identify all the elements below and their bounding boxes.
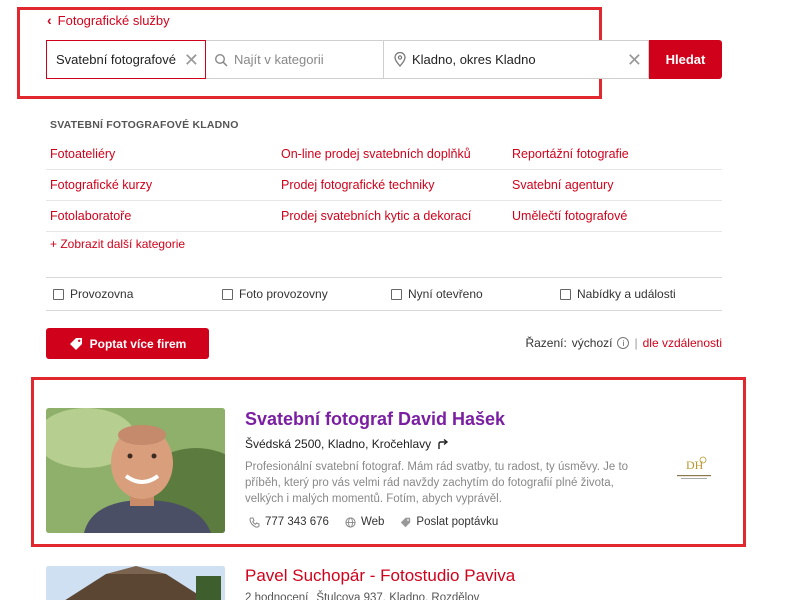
checkbox[interactable]	[222, 288, 233, 300]
keyword-field[interactable]: Najít v kategorii	[206, 40, 384, 79]
phone-action[interactable]: 777 343 676	[249, 516, 329, 528]
category-link[interactable]: On-line prodej svatebních doplňků	[277, 139, 508, 170]
result-photo[interactable]	[46, 566, 225, 600]
location-field[interactable]: Kladno, okres Kladno ✕	[384, 40, 649, 79]
sort-option-distance[interactable]: dle vzdálenosti	[643, 336, 722, 350]
filter-label: Provozovna	[70, 287, 134, 301]
category-link[interactable]: Reportážní fotografie	[508, 139, 722, 170]
search-icon	[214, 53, 228, 67]
phone-icon	[249, 517, 260, 528]
back-link[interactable]: ‹ Fotografické služby	[47, 12, 170, 28]
web-action[interactable]: Web	[345, 516, 384, 528]
clear-category-icon[interactable]: ✕	[184, 51, 199, 69]
result-photo[interactable]	[46, 408, 225, 533]
clear-location-icon[interactable]: ✕	[627, 51, 642, 69]
keyword-placeholder: Najít v kategorii	[234, 52, 324, 67]
category-link[interactable]: Fotografické kurzy	[46, 170, 277, 201]
svg-text:DH: DH	[686, 458, 704, 472]
filter-label: Nabídky a události	[577, 287, 676, 301]
search-button[interactable]: Hledat	[649, 40, 722, 79]
filter-bar: Provozovna Foto provozovny Nyní otevřeno…	[46, 277, 722, 311]
filter-offers-events[interactable]: Nabídky a události	[553, 287, 722, 301]
ask-more-label: Poptat více firem	[89, 336, 187, 351]
phone-number: 777 343 676	[265, 516, 329, 528]
back-link-label: Fotografické služby	[57, 12, 170, 28]
category-link[interactable]: Fotolaboratoře	[46, 201, 277, 232]
checkbox[interactable]	[560, 288, 571, 300]
filter-provozovna[interactable]: Provozovna	[46, 287, 215, 301]
request-label: Poslat poptávku	[416, 516, 499, 528]
category-heading: SVATEBNÍ FOTOGRAFOVÉ KLADNO	[50, 119, 239, 131]
sort-label: Řazení:	[525, 336, 567, 350]
sort-separator: |	[634, 336, 638, 350]
filter-label: Nyní otevřeno	[408, 287, 483, 301]
rating-count[interactable]: 2 hodnocení	[245, 592, 308, 600]
filter-open-now[interactable]: Nyní otevřeno	[384, 287, 553, 301]
result-meta: 2 hodnocení Štulcova 937, Kladno, Rozděl…	[245, 592, 479, 600]
chevron-left-icon: ‹	[47, 12, 52, 28]
info-icon[interactable]: i	[617, 337, 630, 349]
filter-label: Foto provozovny	[239, 287, 328, 301]
tag-icon	[401, 517, 411, 527]
result-address: Švédská 2500, Kladno, Kročehlavy	[245, 437, 449, 451]
company-logo[interactable]: DH	[673, 454, 715, 484]
category-link[interactable]: Svatební agentury	[508, 170, 722, 201]
web-label: Web	[360, 516, 385, 528]
ask-more-companies-button[interactable]: Poptat více firem	[46, 328, 209, 359]
location-value: Kladno, okres Kladno	[412, 52, 536, 67]
category-link[interactable]: Fotoateliéry	[46, 139, 277, 170]
filter-foto-provozovny[interactable]: Foto provozovny	[215, 287, 384, 301]
category-value: Svatební fotografové	[56, 52, 176, 67]
checkbox[interactable]	[391, 288, 402, 300]
checkbox[interactable]	[53, 288, 64, 300]
directions-icon[interactable]	[437, 438, 449, 450]
sort-control: Řazení: výchozí i | dle vzdálenosti	[525, 336, 722, 350]
result-description: Profesionální svatební fotograf. Mám rád…	[245, 461, 629, 505]
tag-icon	[69, 337, 82, 350]
location-pin-icon	[394, 52, 406, 67]
category-link[interactable]: Prodej fotografické techniky	[277, 170, 508, 201]
sort-option-default[interactable]: výchozí	[572, 336, 613, 350]
result-actions: 777 343 676 Web Poslat poptávku	[249, 516, 498, 528]
category-grid: Fotoateliéry On-line prodej svatebních d…	[46, 139, 722, 232]
show-more-categories-link[interactable]: + Zobrazit další kategorie	[50, 237, 185, 251]
request-action[interactable]: Poslat poptávku	[400, 516, 498, 528]
category-link[interactable]: Prodej svatebních kytic a dekorací	[277, 201, 508, 232]
result-title[interactable]: Pavel Suchopár - Fotostudio Paviva	[245, 566, 515, 586]
globe-icon	[345, 516, 356, 528]
category-link[interactable]: Umělečtí fotografové	[508, 201, 722, 232]
search-bar: Svatební fotografové ✕ Najít v kategorii…	[46, 40, 722, 79]
address-text: Švédská 2500, Kladno, Kročehlavy	[245, 437, 432, 451]
address-text: Štulcova 937, Kladno, Rozdělov	[316, 592, 480, 600]
category-field[interactable]: Svatební fotografové ✕	[46, 40, 206, 79]
result-title[interactable]: Svatební fotograf David Hašek	[245, 409, 505, 430]
